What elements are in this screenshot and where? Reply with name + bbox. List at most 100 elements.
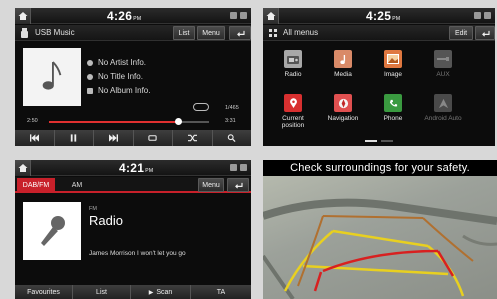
microphone-icon (41, 216, 65, 246)
safety-warning-banner: Check surroundings for your safety. (263, 160, 497, 176)
progress-knob[interactable] (175, 118, 183, 125)
pause-icon (71, 134, 77, 142)
home-icon (266, 12, 275, 20)
home-button[interactable] (15, 160, 31, 176)
phone-icon (384, 94, 402, 112)
radio-screen: 4:21PM DAB/FM AM Menu FM Radio James Mor… (15, 160, 251, 299)
song-title-text: No Title Info. (98, 72, 143, 81)
search-button[interactable] (212, 130, 251, 146)
play-icon: ▶ (148, 289, 154, 296)
ta-button[interactable]: TA (191, 285, 251, 299)
artist-line: No Artist Info. (87, 58, 146, 67)
title-bar: All menus Edit (263, 25, 495, 41)
camera-view (263, 176, 497, 299)
app-media[interactable]: Media (321, 50, 365, 78)
usb-music-screen: 4:26PM USB Music List Menu No Artist Inf… (15, 8, 251, 146)
navigation-icon (334, 94, 352, 112)
repeat-indicator-icon (193, 103, 209, 111)
parking-guide-overlay (263, 198, 497, 299)
album-line: No Album Info. (87, 86, 150, 95)
tab-dab-fm[interactable]: DAB/FM (17, 178, 55, 192)
app-aux[interactable]: AUX (421, 50, 465, 78)
repeat-icon (148, 135, 157, 141)
battery-icon (484, 12, 491, 19)
grid-menu-icon (269, 29, 277, 37)
artist-text: No Artist Info. (98, 58, 147, 67)
signal-icon (474, 12, 481, 19)
title-line: No Title Info. (87, 72, 143, 81)
guide-line-yellow-far (332, 229, 429, 248)
app-current-position[interactable]: Current position (271, 94, 315, 130)
album-icon (87, 87, 93, 94)
clock: 4:26PM (107, 9, 142, 23)
usb-icon (21, 28, 28, 38)
list-button[interactable]: List (173, 26, 195, 40)
back-arrow-icon (234, 182, 243, 189)
page-title: All menus (283, 28, 319, 37)
back-arrow-icon (481, 30, 490, 37)
album-text: No Album Info. (98, 86, 151, 95)
page-dot-active (365, 140, 377, 142)
previous-button[interactable] (15, 130, 55, 146)
shuffle-button[interactable] (173, 130, 213, 146)
app-phone[interactable]: Phone (371, 94, 415, 122)
elapsed-time: 2:50 (27, 118, 38, 124)
status-bar: 4:21PM (15, 160, 251, 176)
guide-line-yellow-left (283, 230, 334, 292)
aux-icon (434, 50, 452, 68)
radio-icon (284, 50, 302, 68)
progress-bar[interactable] (49, 118, 209, 125)
title-icon (87, 73, 93, 80)
radio-controls: Favourites List ▶ Scan TA (15, 285, 251, 299)
back-button[interactable] (229, 26, 251, 40)
list-button[interactable]: List (73, 285, 131, 299)
status-bar: 4:25PM (263, 8, 495, 24)
home-button[interactable] (263, 8, 279, 24)
app-radio[interactable]: Radio (271, 50, 315, 78)
shuffle-icon (187, 134, 197, 142)
rear-camera-screen: Check surroundings for your safety. (263, 160, 497, 299)
next-icon (108, 134, 118, 142)
back-button[interactable] (475, 26, 495, 40)
image-icon (384, 50, 402, 68)
pause-button[interactable] (54, 130, 94, 146)
scan-button[interactable]: ▶ Scan (131, 285, 191, 299)
battery-icon (240, 164, 247, 171)
progress-fill (49, 121, 179, 123)
artist-icon (87, 59, 93, 66)
static-guide-right (422, 217, 474, 262)
home-button[interactable] (15, 8, 31, 24)
edit-button[interactable]: Edit (449, 26, 473, 40)
favourites-button[interactable]: Favourites (15, 285, 73, 299)
location-pin-icon (284, 94, 302, 112)
station-name: Radio (89, 213, 123, 228)
menu-button[interactable]: Menu (198, 178, 224, 192)
band-label: FM (89, 206, 97, 212)
album-art (23, 48, 81, 106)
previous-icon (29, 134, 39, 142)
app-android-auto[interactable]: Android Auto (421, 94, 465, 122)
back-arrow-icon (236, 30, 245, 37)
next-button[interactable] (94, 130, 134, 146)
signal-icon (230, 12, 237, 19)
status-icons (230, 164, 247, 171)
playback-controls (15, 130, 251, 146)
tab-am[interactable]: AM (63, 178, 91, 192)
app-image[interactable]: Image (371, 50, 415, 78)
signal-icon (230, 164, 237, 171)
menu-button[interactable]: Menu (197, 26, 225, 40)
all-menus-screen: 4:25PM All menus Edit Radio Media Image … (263, 8, 495, 146)
battery-icon (240, 12, 247, 19)
app-navigation[interactable]: Navigation (321, 94, 365, 122)
repeat-button[interactable] (133, 130, 173, 146)
media-icon (334, 50, 352, 68)
music-note-icon (42, 61, 62, 90)
search-icon (228, 134, 236, 142)
back-button[interactable] (227, 178, 249, 192)
status-icons (474, 12, 491, 19)
clock: 4:25PM (366, 9, 401, 23)
home-icon (18, 164, 27, 172)
android-auto-icon (434, 94, 452, 112)
guide-line-yellow-right (427, 245, 465, 297)
page-indicator (263, 140, 495, 142)
